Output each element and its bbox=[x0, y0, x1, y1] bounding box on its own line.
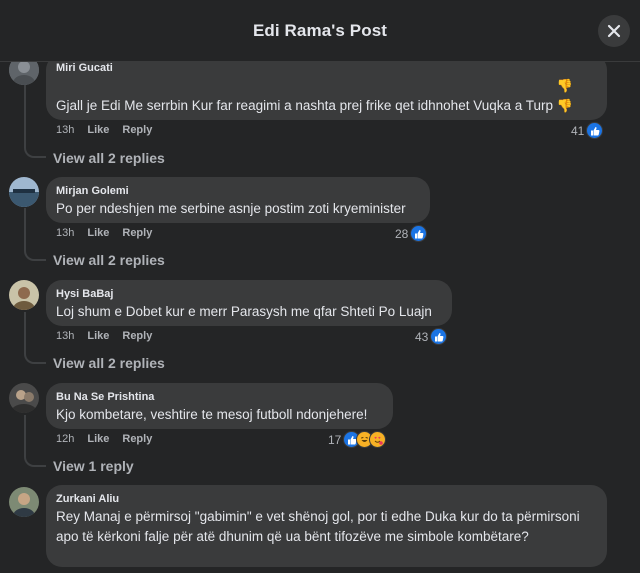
comment-author[interactable]: Bu Na Se Prishtina bbox=[56, 390, 383, 405]
reply-button[interactable]: Reply bbox=[122, 433, 152, 445]
comment-time[interactable]: 12h bbox=[56, 433, 74, 445]
thumbs-down-emoji: 👎 👎 bbox=[556, 78, 573, 113]
comment-bubble: Zurkani Aliu Rey Manaj e përmirsoj "gabi… bbox=[46, 485, 607, 567]
view-replies-link[interactable]: View 1 reply bbox=[53, 458, 134, 474]
comment-author[interactable]: Miri Gucati bbox=[56, 61, 597, 76]
thread-line bbox=[24, 85, 26, 147]
like-reaction-icon bbox=[586, 122, 604, 139]
view-replies-link[interactable]: View all 2 replies bbox=[53, 355, 165, 371]
thread-elbow bbox=[24, 246, 46, 261]
comment-author[interactable]: Zurkani Aliu bbox=[56, 492, 597, 507]
comment-bubble: Miri Gucati Gjall je Edi Me serrbin Kur … bbox=[46, 54, 607, 120]
thread-elbow bbox=[24, 145, 46, 158]
comment-meta: 12h Like Reply bbox=[56, 433, 165, 445]
like-button[interactable]: Like bbox=[87, 433, 109, 445]
reply-button[interactable]: Reply bbox=[122, 330, 152, 342]
reaction-summary[interactable]: 28 bbox=[395, 225, 428, 242]
thread-elbow bbox=[24, 350, 46, 364]
comment-text: Rey Manaj e përmirsoj "gabimin" e vet sh… bbox=[56, 509, 580, 544]
reaction-summary[interactable]: 17 bbox=[328, 431, 387, 448]
comment-bubble: Mirjan Golemi Po per ndeshjen me serbine… bbox=[46, 177, 430, 223]
close-icon bbox=[607, 24, 621, 38]
comment-meta: 13h Like Reply bbox=[56, 124, 165, 136]
love-reaction-icon bbox=[369, 431, 387, 448]
avatar[interactable] bbox=[9, 177, 39, 207]
reaction-count: 17 bbox=[328, 432, 342, 447]
thread-line bbox=[24, 415, 26, 455]
comment-text: Kjo kombetare, veshtire te mesoj futboll… bbox=[56, 407, 368, 422]
dialog-title: Edi Rama's Post bbox=[252, 20, 388, 40]
like-reaction-icon bbox=[410, 225, 428, 242]
comment-text: Loj shum e Dobet kur e merr Parasysh me … bbox=[56, 304, 432, 319]
reaction-count: 28 bbox=[395, 226, 409, 241]
avatar[interactable] bbox=[9, 383, 39, 413]
avatar[interactable] bbox=[9, 487, 39, 517]
thread-elbow bbox=[24, 453, 46, 467]
reply-button[interactable]: Reply bbox=[122, 227, 152, 239]
reply-button[interactable]: Reply bbox=[122, 124, 152, 136]
comment-meta: 13h Like Reply bbox=[56, 227, 165, 239]
comment-bubble: Bu Na Se Prishtina Kjo kombetare, veshti… bbox=[46, 383, 393, 429]
like-reaction-icon bbox=[430, 328, 448, 345]
avatar[interactable] bbox=[9, 280, 39, 310]
reaction-count: 43 bbox=[415, 329, 429, 344]
view-replies-link[interactable]: View all 2 replies bbox=[53, 150, 165, 166]
comment-author[interactable]: Mirjan Golemi bbox=[56, 184, 420, 199]
thread-line bbox=[24, 208, 26, 248]
reaction-count: 41 bbox=[571, 123, 585, 138]
comment-meta: 13h Like Reply bbox=[56, 330, 165, 342]
comment-author[interactable]: Hysi BaBaj bbox=[56, 287, 442, 302]
like-button[interactable]: Like bbox=[87, 330, 109, 342]
comment-text: Po per ndeshjen me serbine asnje postim … bbox=[56, 201, 406, 216]
comment-text-content: Gjall je Edi Me serrbin Kur far reagimi … bbox=[56, 98, 554, 113]
reaction-summary[interactable]: 41 bbox=[571, 122, 604, 139]
view-replies-link[interactable]: View all 2 replies bbox=[53, 252, 165, 268]
comment-time[interactable]: 13h bbox=[56, 124, 74, 136]
comment-text: Gjall je Edi Me serrbin Kur far reagimi … bbox=[56, 76, 597, 116]
dialog-header: Edi Rama's Post bbox=[0, 0, 640, 62]
reaction-summary[interactable]: 43 bbox=[415, 328, 448, 345]
comment-time[interactable]: 13h bbox=[56, 227, 74, 239]
comment-time[interactable]: 13h bbox=[56, 330, 74, 342]
like-button[interactable]: Like bbox=[87, 124, 109, 136]
comment-bubble: Hysi BaBaj Loj shum e Dobet kur e merr P… bbox=[46, 280, 452, 326]
like-button[interactable]: Like bbox=[87, 227, 109, 239]
thread-line bbox=[24, 312, 26, 352]
close-button[interactable] bbox=[598, 15, 630, 47]
